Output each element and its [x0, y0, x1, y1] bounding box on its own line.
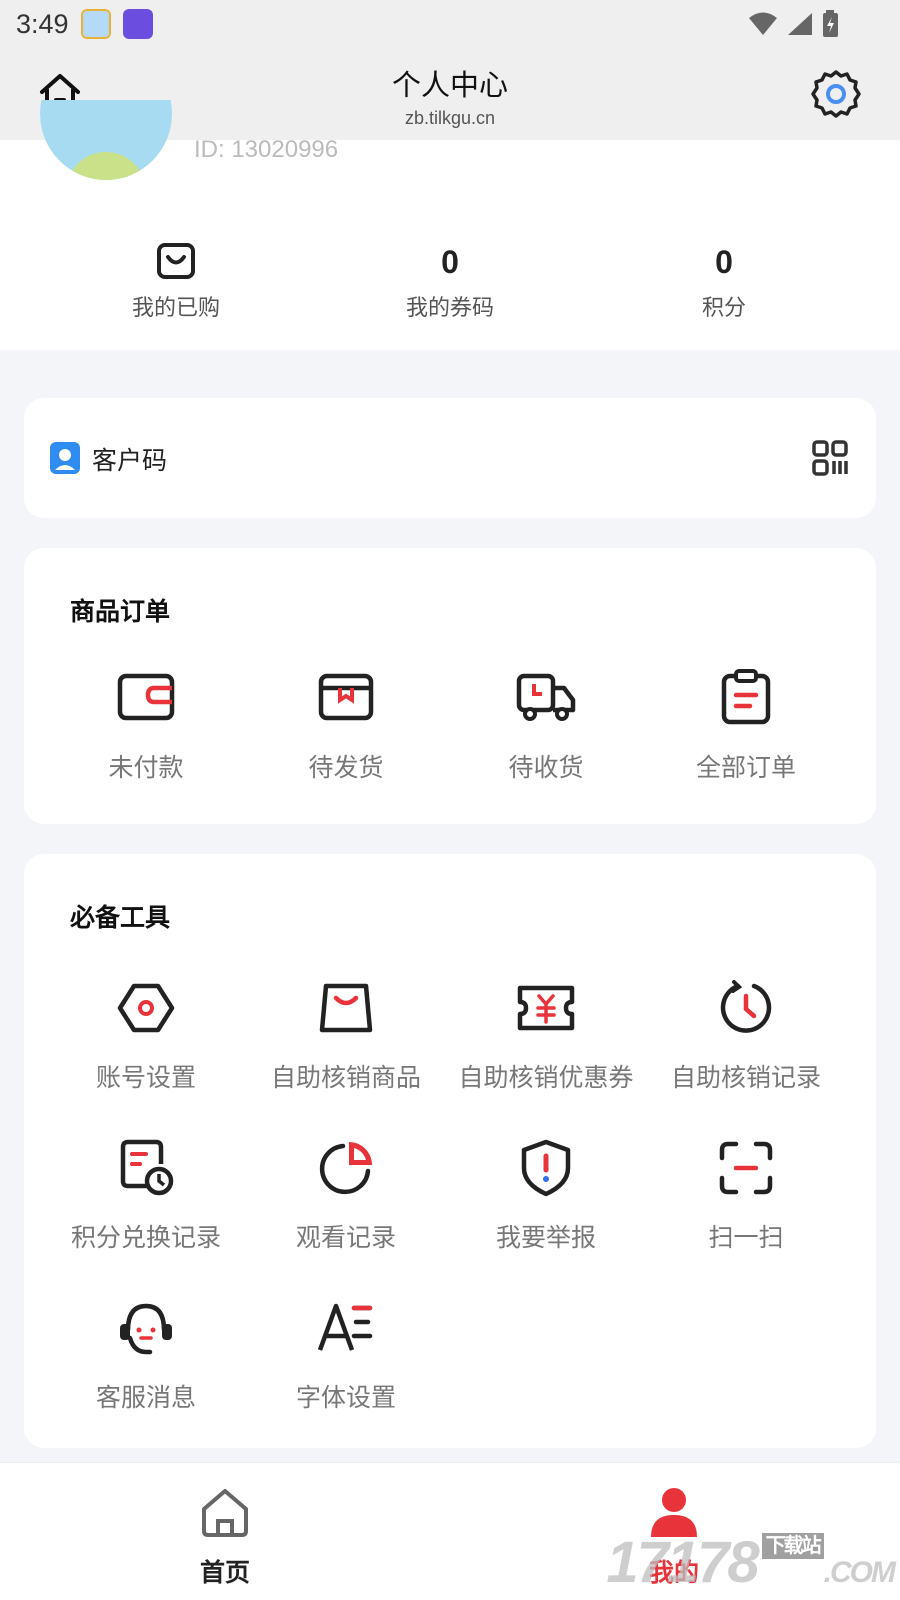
status-time: 3:49	[16, 8, 69, 39]
font-icon	[317, 1303, 373, 1351]
tool-label: 扫一扫	[708, 1223, 784, 1252]
stat-value: 0	[715, 244, 733, 280]
tool-self-verify-records[interactable]: 自助核销记录	[646, 978, 846, 1094]
order-all[interactable]: 全部订单	[646, 668, 846, 784]
record-clock-icon	[120, 1139, 174, 1196]
tool-self-verify-coupon[interactable]: 自助核销优惠券	[446, 978, 646, 1094]
profile-section: ID: 13020996 我的已购 0 我的券码 0 积分	[0, 100, 900, 350]
tool-label: 自助核销商品	[270, 1063, 421, 1092]
shield-alert-icon	[521, 1139, 571, 1197]
tool-label: 客服消息	[95, 1383, 196, 1412]
tool-report[interactable]: 我要举报	[446, 1138, 646, 1254]
package-icon	[318, 673, 374, 721]
order-label: 未付款	[108, 753, 184, 782]
tool-label: 自助核销优惠券	[458, 1063, 634, 1092]
order-unpaid[interactable]: 未付款	[46, 668, 246, 784]
shopping-bag-icon	[319, 983, 373, 1033]
order-label: 待发货	[308, 753, 384, 782]
tool-label: 字体设置	[295, 1383, 396, 1412]
status-bar: 3:49	[0, 0, 900, 48]
wifi-icon	[749, 12, 777, 35]
truck-icon	[516, 673, 576, 721]
order-label: 待收货	[508, 753, 584, 782]
tool-label: 自助核销记录	[670, 1063, 821, 1092]
customer-code-label: 客户码	[92, 446, 168, 475]
clipboard-icon	[721, 669, 771, 725]
tool-self-verify-goods[interactable]: 自助核销商品	[246, 978, 446, 1094]
customer-code-card[interactable]: 客户码	[24, 398, 876, 518]
battery-icon	[823, 10, 838, 37]
order-to-receive[interactable]: 待收货	[446, 668, 646, 784]
stat-purchased[interactable]: 我的已购	[76, 240, 276, 322]
gear-icon[interactable]	[810, 68, 862, 120]
orders-title: 商品订单	[70, 597, 171, 626]
stat-coupons[interactable]: 0 我的券码	[350, 240, 550, 322]
page-title: 个人中心	[391, 68, 508, 102]
tool-account-settings[interactable]: 账号设置	[46, 978, 246, 1094]
tool-label: 我要举报	[495, 1223, 596, 1252]
coupon-icon	[517, 985, 575, 1031]
tools-title: 必备工具	[70, 903, 171, 932]
stat-label: 我的已购	[131, 296, 220, 321]
tool-label: 积分兑换记录	[70, 1223, 221, 1252]
stat-label: 我的券码	[405, 296, 494, 321]
user-id: ID: 13020996	[194, 136, 339, 163]
pie-chart-icon	[319, 1142, 372, 1195]
stat-value: 0	[441, 244, 459, 280]
tool-label: 账号设置	[95, 1063, 196, 1092]
qr-code-icon[interactable]	[812, 440, 848, 476]
tool-label: 观看记录	[295, 1223, 396, 1252]
order-label: 全部订单	[695, 753, 796, 782]
order-to-ship[interactable]: 待发货	[246, 668, 446, 784]
shopping-bag-icon	[157, 243, 195, 279]
notification-app-icon	[80, 9, 111, 39]
history-icon	[720, 980, 772, 1033]
scan-icon	[719, 1141, 773, 1195]
site-watermark: 17178 下载站.COM	[606, 1530, 896, 1595]
stat-points[interactable]: 0 积分	[624, 240, 824, 322]
wallet-icon	[117, 673, 175, 721]
home-icon	[202, 1489, 248, 1537]
hexagon-settings-icon	[117, 983, 175, 1033]
stat-label: 积分	[701, 296, 746, 321]
tool-points-exchange-records[interactable]: 积分兑换记录	[46, 1138, 246, 1254]
avatar[interactable]	[40, 100, 172, 180]
tool-watch-history[interactable]: 观看记录	[246, 1138, 446, 1254]
status-indicators	[748, 10, 840, 38]
user-badge-icon	[50, 442, 80, 474]
signal-icon	[788, 13, 812, 35]
tool-customer-service[interactable]: 客服消息	[46, 1298, 246, 1414]
tab-label: 首页	[199, 1558, 250, 1587]
tools-card: 必备工具 账号设置 自助核销商品 自助核销优惠券 自助核销记录 积分兑换记录 观…	[24, 854, 876, 1448]
tool-font-settings[interactable]: 字体设置	[246, 1298, 446, 1414]
orders-card: 商品订单 未付款 待发货 待收货 全部订单	[24, 548, 876, 824]
customer-service-icon	[120, 1303, 172, 1355]
tab-home[interactable]: 首页	[145, 1485, 305, 1589]
tool-scan[interactable]: 扫一扫	[646, 1138, 846, 1254]
notification-app-icon	[122, 9, 153, 39]
